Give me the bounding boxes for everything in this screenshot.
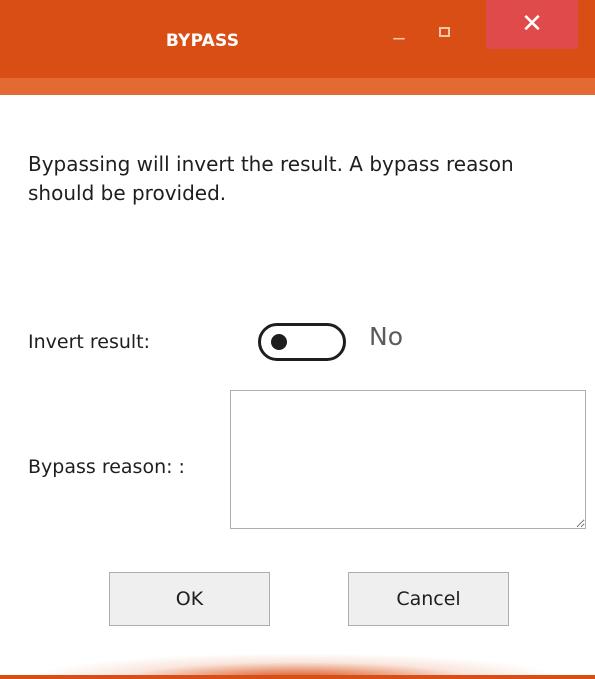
invert-result-label: Invert result: <box>28 331 151 353</box>
bypass-reason-input[interactable] <box>230 390 586 529</box>
title-accent-strip <box>0 78 595 95</box>
minimize-button[interactable]: _ <box>387 17 411 42</box>
toggle-knob <box>271 334 287 350</box>
ok-button[interactable]: OK <box>109 572 270 626</box>
invert-result-state: No <box>369 322 403 351</box>
description-text: Bypassing will invert the result. A bypa… <box>28 152 514 205</box>
bottom-accent-glow <box>0 636 595 679</box>
bottom-accent-line <box>0 675 595 679</box>
window-title: BYPASS <box>165 31 240 51</box>
maximize-button[interactable] <box>439 27 450 37</box>
close-button[interactable]: ✕ <box>486 0 578 49</box>
bypass-reason-label: Bypass reason: : <box>28 456 185 478</box>
invert-result-toggle[interactable] <box>258 323 346 361</box>
title-bar: BYPASS _ ✕ <box>0 0 595 78</box>
cancel-button[interactable]: Cancel <box>348 572 509 626</box>
